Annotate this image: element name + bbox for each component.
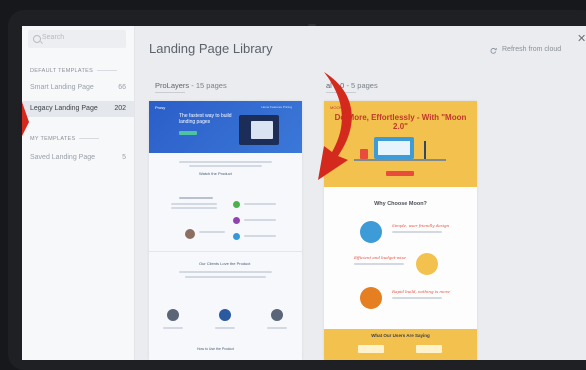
- sidebar-item-count: 202: [114, 105, 126, 112]
- refresh-from-cloud-button[interactable]: Refresh from cloud: [502, 46, 561, 53]
- card-bottom-title: How to Use the Product: [197, 347, 234, 351]
- client-icon: [167, 309, 179, 321]
- sidebar-item-legacy-landing-page[interactable]: Legacy Landing Page 202: [22, 101, 134, 117]
- card-headline: The fastest way to build landing pages: [179, 113, 232, 125]
- annotation-arrow-icon: [318, 72, 352, 180]
- sidebar-item-label: Saved Landing Page: [30, 154, 95, 161]
- template-card-prolayers[interactable]: Prosy Home Features Pricing The fastest …: [149, 101, 302, 360]
- feature-illustration: [360, 287, 382, 309]
- feature-script-text: Simple, user friendly design: [392, 223, 450, 228]
- feature-script-text: Efficient and budget-wise: [354, 255, 406, 260]
- text-line: [185, 276, 266, 278]
- text-line: [392, 231, 442, 233]
- app-screen: Search DEFAULT TEMPLATES Smart Landing P…: [22, 26, 586, 360]
- testimonial-chip: [416, 345, 442, 353]
- card-tagline: Watch the Product: [199, 171, 232, 176]
- sidebar-item-smart-landing-page[interactable]: Smart Landing Page 66: [22, 80, 134, 96]
- text-line: [244, 203, 276, 205]
- text-line: [179, 197, 213, 199]
- feature-illustration: [416, 253, 438, 275]
- refresh-icon[interactable]: [490, 47, 497, 54]
- card-section-title: Our Clients Love the Product: [199, 261, 251, 266]
- text-line: [171, 203, 217, 205]
- card-section-title: Why Choose Moon?: [374, 201, 427, 207]
- close-icon[interactable]: ✕: [577, 32, 586, 45]
- lamp-illustration: [424, 141, 438, 159]
- group-title-prolayers[interactable]: ProLayers - 15 pages: [155, 81, 227, 90]
- text-line: [163, 327, 183, 329]
- text-line: [179, 271, 272, 273]
- card-footer-title: What Our Users Are Saying: [371, 333, 430, 338]
- search-input[interactable]: Search: [28, 30, 126, 48]
- text-line: [189, 165, 262, 167]
- sidebar-item-count: 66: [118, 84, 126, 91]
- sidebar-item-label: Legacy Landing Page: [30, 105, 98, 112]
- page-title: Landing Page Library: [149, 41, 273, 56]
- search-placeholder: Search: [42, 34, 65, 41]
- text-line: [354, 263, 404, 265]
- default-templates-heading: DEFAULT TEMPLATES: [30, 68, 118, 74]
- testimonial-chip: [358, 345, 384, 353]
- text-line: [215, 327, 235, 329]
- sidebar-item-saved-landing-page[interactable]: Saved Landing Page 5: [22, 150, 134, 166]
- client-icon: [271, 309, 283, 321]
- feature-dot: [233, 201, 240, 208]
- card-cta: [386, 171, 414, 176]
- card-cta: [179, 131, 197, 135]
- feature-dot: [233, 233, 240, 240]
- card-logo: Prosy: [155, 105, 166, 110]
- section-divider: [149, 251, 302, 252]
- avatar: [185, 229, 195, 239]
- sidebar-item-label: Smart Landing Page: [30, 84, 94, 91]
- monitor-illustration: [374, 137, 414, 159]
- feature-dot: [233, 217, 240, 224]
- card-hero-image: [239, 115, 279, 145]
- text-line: [179, 161, 272, 163]
- text-line: [392, 297, 442, 299]
- text-line: [244, 235, 276, 237]
- search-icon: [33, 35, 41, 43]
- text-line: [244, 219, 276, 221]
- sidebar-item-count: 5: [122, 154, 126, 161]
- feature-illustration: [360, 221, 382, 243]
- table-illustration: [354, 159, 446, 161]
- client-icon: [219, 309, 231, 321]
- group-underline: [155, 92, 185, 93]
- text-line: [199, 231, 225, 233]
- feature-script-text: Rapid build, nothing is more: [392, 289, 450, 294]
- annotation-arrow-icon: [22, 102, 29, 136]
- text-line: [171, 207, 217, 209]
- my-templates-heading: MY TEMPLATES: [30, 136, 100, 142]
- text-line: [267, 327, 287, 329]
- card-nav: Home Features Pricing: [261, 105, 292, 109]
- card-hero: Prosy Home Features Pricing The fastest …: [149, 101, 302, 153]
- sidebar: Search DEFAULT TEMPLATES Smart Landing P…: [22, 26, 135, 360]
